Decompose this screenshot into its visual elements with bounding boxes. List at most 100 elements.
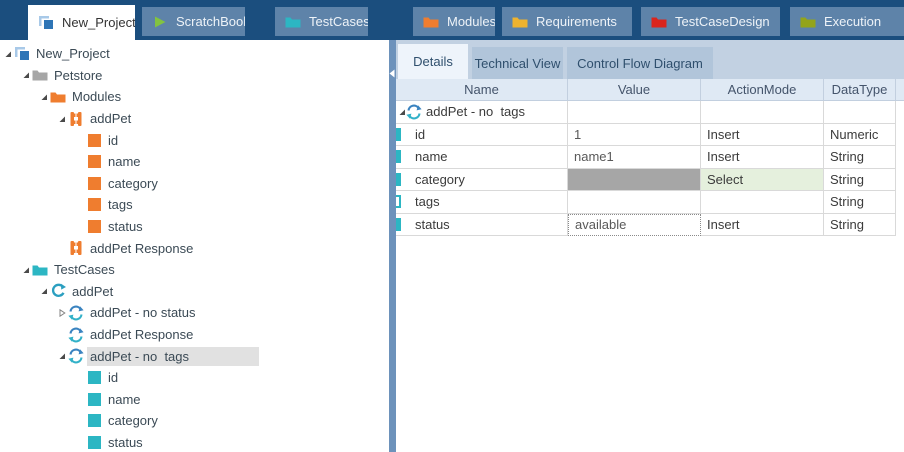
tree-item-status-tc[interactable]: status	[0, 432, 389, 452]
tree-item-new-project[interactable]: New_Project	[0, 43, 389, 65]
column-header-datatype: DataType	[824, 79, 896, 101]
tree-item-category-tc[interactable]: category	[0, 410, 389, 432]
attribute-square-teal	[398, 171, 411, 187]
tab-details[interactable]: Details	[398, 44, 468, 79]
row-label: id	[415, 127, 425, 142]
tree-item-addpet-no-status[interactable]: addPet - no status	[0, 302, 389, 324]
details-panel: Details Technical View Control Flow Diag…	[396, 40, 904, 452]
tab-scratchbook[interactable]: ScratchBook	[142, 7, 245, 36]
tree-item-label: addPet Response	[90, 327, 193, 342]
tree-item-addpet-module[interactable]: addPet	[0, 108, 389, 130]
tree-item-name-tc[interactable]: name	[0, 389, 389, 411]
row-label: name	[415, 149, 448, 164]
tab-label: Requirements	[536, 14, 617, 29]
tree-item-addpet-response-module[interactable]: addPet Response	[0, 237, 389, 259]
actionmode-cell[interactable]	[701, 101, 824, 124]
attribute-square-teal	[86, 370, 102, 386]
expander-collapsed-icon[interactable]	[58, 309, 68, 317]
row-label: category	[415, 172, 465, 187]
expander-expanded-icon[interactable]	[4, 50, 14, 58]
module-icon	[68, 111, 84, 127]
value-cell[interactable]	[568, 191, 701, 214]
value-cell[interactable]: 1	[568, 124, 701, 147]
tab-technical-view[interactable]: Technical View	[472, 47, 563, 79]
value-cell[interactable]	[568, 101, 701, 124]
datatype-cell[interactable]: String	[824, 214, 896, 237]
folder-icon-olive	[800, 14, 816, 30]
tree-item-label-selected: addPet - no tags	[87, 347, 259, 366]
actionmode-cell[interactable]: Select	[701, 169, 824, 192]
expander-expanded-icon[interactable]	[40, 287, 50, 295]
attribute-square-teal	[398, 216, 411, 232]
tree-item-label: status	[108, 219, 143, 234]
tab-label: Technical View	[475, 56, 561, 71]
tab-control-flow-diagram[interactable]: Control Flow Diagram	[567, 47, 713, 79]
tree-item-category[interactable]: category	[0, 173, 389, 195]
expander-expanded-icon[interactable]	[58, 352, 68, 360]
tree-item-addpet-response-tc[interactable]: addPet Response	[0, 324, 389, 346]
row-name-cell[interactable]: addPet - no tags	[396, 101, 568, 124]
folder-icon-teal	[32, 262, 48, 278]
tab-new-project[interactable]: New_Project ×	[28, 5, 135, 40]
value-cell[interactable]: name1	[568, 146, 701, 169]
tree-item-name[interactable]: name	[0, 151, 389, 173]
actionmode-cell[interactable]: Insert	[701, 214, 824, 237]
tree-item-label: name	[108, 154, 141, 169]
tree-item-petstore[interactable]: Petstore	[0, 65, 389, 87]
project-icon	[38, 15, 54, 31]
testcase-icon	[68, 348, 84, 364]
datatype-cell[interactable]: String	[824, 146, 896, 169]
expander-expanded-icon[interactable]	[22, 71, 32, 79]
row-name-cell[interactable]: tags	[396, 191, 568, 214]
folder-icon-red	[651, 14, 667, 30]
expander-expanded-icon[interactable]	[58, 115, 68, 123]
row-name-cell[interactable]: id	[396, 124, 568, 147]
tab-execution[interactable]: Execution	[790, 7, 904, 36]
expander-expanded-icon[interactable]	[398, 108, 406, 116]
table-row: addPet - no tags	[396, 101, 904, 124]
datatype-cell[interactable]: Numeric	[824, 124, 896, 147]
row-name-cell[interactable]: name	[396, 146, 568, 169]
tree-item-addpet-no-tags[interactable]: addPet - no tags	[0, 345, 389, 367]
tree-item-id-tc[interactable]: id	[0, 367, 389, 389]
testcase-icon	[68, 305, 84, 321]
window-tab-bar: New_Project × ScratchBook TestCases Modu…	[0, 0, 904, 40]
tree-item-id[interactable]: id	[0, 129, 389, 151]
folder-icon-orange	[50, 89, 66, 105]
tree-item-modules[interactable]: Modules	[0, 86, 389, 108]
tab-label: Modules	[447, 14, 495, 29]
datatype-cell[interactable]: String	[824, 191, 896, 214]
tree-item-label: New_Project	[36, 46, 110, 61]
tree-item-label: addPet - no status	[90, 305, 196, 320]
attribute-square-teal	[398, 149, 411, 165]
tab-testcases[interactable]: TestCases	[275, 7, 368, 36]
actionmode-cell[interactable]	[701, 191, 824, 214]
tab-requirements[interactable]: Requirements	[502, 7, 632, 36]
tree-item-label: category	[108, 413, 158, 428]
tree-item-addpet-tc-folder[interactable]: addPet	[0, 281, 389, 303]
tab-testcasedesign[interactable]: TestCaseDesign	[641, 7, 780, 36]
value-cell-focused[interactable]: available	[568, 214, 701, 237]
row-name-cell[interactable]: status	[396, 214, 568, 237]
expander-expanded-icon[interactable]	[22, 266, 32, 274]
collapse-panel-icon[interactable]	[389, 66, 395, 81]
tree-item-testcases[interactable]: TestCases	[0, 259, 389, 281]
tree-item-tags[interactable]: tags	[0, 194, 389, 216]
actionmode-cell[interactable]: Insert	[701, 124, 824, 147]
datatype-cell[interactable]: String	[824, 169, 896, 192]
details-tab-bar: Details Technical View Control Flow Diag…	[396, 40, 904, 79]
table-row: tags String	[396, 191, 904, 214]
row-name-cell[interactable]: category	[396, 169, 568, 192]
value-cell-disabled[interactable]	[568, 169, 701, 192]
application-window: New_Project × ScratchBook TestCases Modu…	[0, 0, 904, 452]
datatype-cell[interactable]	[824, 101, 896, 124]
column-header-actionmode: ActionMode	[701, 79, 824, 101]
tab-modules[interactable]: Modules	[413, 7, 495, 36]
tree-item-status[interactable]: status	[0, 216, 389, 238]
tree-item-label: name	[108, 392, 141, 407]
panel-splitter[interactable]	[389, 40, 396, 452]
tree-item-label: Petstore	[54, 68, 102, 83]
expander-expanded-icon[interactable]	[40, 93, 50, 101]
tree-item-label: tags	[108, 197, 133, 212]
actionmode-cell[interactable]: Insert	[701, 146, 824, 169]
